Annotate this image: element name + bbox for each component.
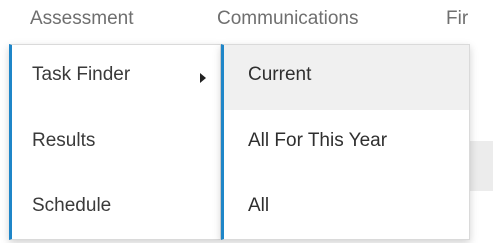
task-finder-submenu: Current All For This Year All xyxy=(221,44,470,240)
menu-assessment[interactable]: Assessment xyxy=(30,8,133,30)
dropdown-item-label: Schedule xyxy=(32,195,112,216)
dropdown-item-label: Results xyxy=(32,130,96,151)
caret-right-icon xyxy=(200,73,206,83)
dropdown-item-results[interactable]: Results xyxy=(12,111,220,176)
menu-communications[interactable]: Communications xyxy=(217,8,359,30)
app-window: Assessment Communications Fir Task Finde… xyxy=(0,0,493,243)
submenu-item-label: Current xyxy=(248,64,312,85)
submenu-item-current[interactable]: Current xyxy=(224,45,469,110)
dropdown-item-task-finder[interactable]: Task Finder xyxy=(12,45,220,110)
assessment-dropdown: Task Finder Results Schedule xyxy=(9,44,221,240)
menu-fin[interactable]: Fir xyxy=(446,8,468,30)
submenu-item-all[interactable]: All xyxy=(224,176,469,241)
page-background-band xyxy=(470,141,493,191)
dropdown-item-label: Task Finder xyxy=(32,64,131,85)
dropdown-item-schedule[interactable]: Schedule xyxy=(12,176,220,241)
top-menubar: Assessment Communications Fir xyxy=(0,0,493,42)
submenu-item-label: All xyxy=(248,195,270,216)
submenu-item-label: All For This Year xyxy=(248,130,388,151)
submenu-item-all-for-this-year[interactable]: All For This Year xyxy=(224,111,469,176)
